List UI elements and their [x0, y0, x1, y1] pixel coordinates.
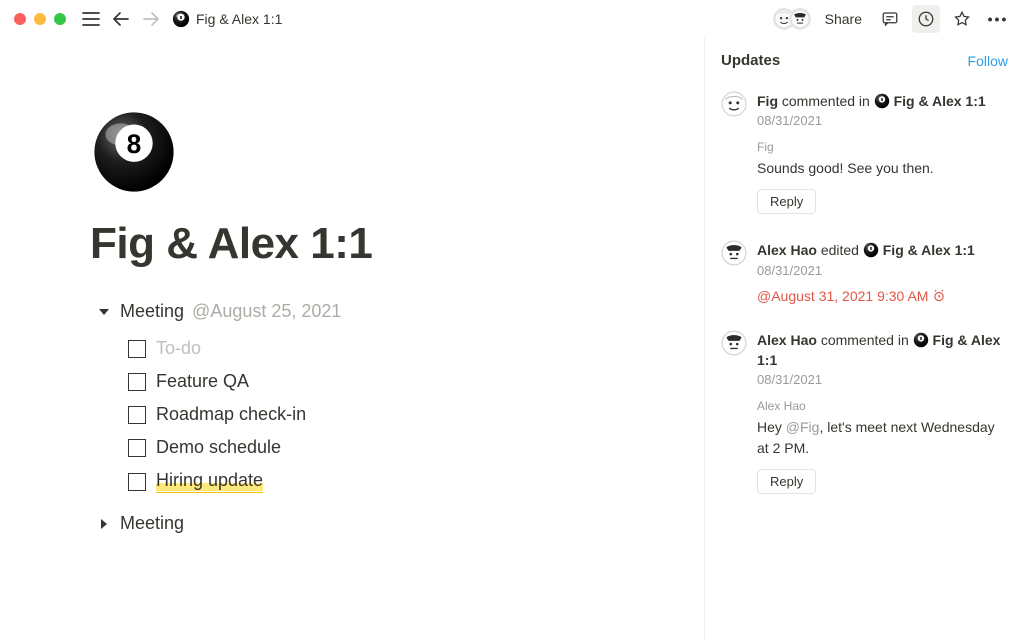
updates-title: Updates — [721, 52, 780, 69]
todo-text: To-do — [156, 338, 201, 359]
update-date: 08/31/2021 — [757, 263, 1008, 278]
eight-ball-icon: 8 — [913, 332, 929, 348]
caret-down-icon — [96, 306, 112, 318]
comments-icon[interactable] — [876, 5, 904, 33]
caret-right-icon — [96, 518, 112, 530]
checkbox[interactable] — [128, 406, 146, 424]
todo-text: Hiring update — [156, 470, 263, 493]
content-split: 8 Fig & Alex 1:1 Meeting @August 25, 202… — [0, 38, 1024, 640]
todo-item[interactable]: To-do — [128, 332, 664, 365]
update-body: Alex Hao Hey @Fig, let's meet next Wedne… — [757, 397, 1008, 459]
more-icon[interactable]: ••• — [984, 5, 1012, 33]
page-icon[interactable]: 8 — [90, 108, 664, 201]
window-controls — [14, 13, 66, 25]
follow-button[interactable]: Follow — [968, 53, 1008, 69]
updates-panel: Updates Follow Fig commented in 8 Fig & … — [704, 38, 1024, 640]
main-content: 8 Fig & Alex 1:1 Meeting @August 25, 202… — [0, 38, 704, 640]
update-item: Alex Hao commented in 8 Fig & Alex 1:1 0… — [705, 318, 1024, 509]
update-actor: Fig — [757, 93, 778, 109]
todo-item[interactable]: Feature QA — [128, 365, 664, 398]
avatar-fig — [721, 91, 747, 117]
updates-icon[interactable] — [912, 5, 940, 33]
todo-text: Feature QA — [156, 371, 249, 392]
toggle-label: Meeting — [120, 513, 184, 534]
update-date: 08/31/2021 — [757, 113, 1008, 128]
update-date: 08/31/2021 — [757, 372, 1008, 387]
avatar-alex — [721, 330, 747, 356]
avatar-alex — [721, 240, 747, 266]
comment-author: Alex Hao — [757, 397, 1008, 415]
comment-prefix: Hey — [757, 419, 786, 435]
updates-list: Fig commented in 8 Fig & Alex 1:1 08/31/… — [705, 79, 1024, 508]
update-headline: Alex Hao commented in 8 Fig & Alex 1:1 — [757, 330, 1008, 371]
todo-text: Demo schedule — [156, 437, 281, 458]
toggle-meeting-2[interactable]: Meeting — [96, 509, 664, 538]
update-item: Fig commented in 8 Fig & Alex 1:1 08/31/… — [705, 79, 1024, 228]
todo-item[interactable]: Roadmap check-in — [128, 398, 664, 431]
update-page-ref[interactable]: Fig & Alex 1:1 — [894, 93, 986, 109]
menu-icon[interactable] — [80, 8, 102, 30]
avatar-alex — [789, 8, 811, 30]
maximize-window-button[interactable] — [54, 13, 66, 25]
eight-ball-icon: 8 — [863, 242, 879, 258]
close-window-button[interactable] — [14, 13, 26, 25]
toggle-meeting-1[interactable]: Meeting @August 25, 2021 — [96, 297, 664, 326]
svg-text:8: 8 — [127, 129, 142, 159]
update-actor: Alex Hao — [757, 332, 817, 348]
update-actor: Alex Hao — [757, 242, 817, 258]
todo-list: To-do Feature QA Roadmap check-in Demo s… — [128, 332, 664, 499]
mention[interactable]: @Fig — [786, 419, 820, 435]
presence-avatars[interactable] — [773, 8, 811, 30]
share-button[interactable]: Share — [819, 9, 868, 29]
forward-button[interactable] — [140, 8, 162, 30]
update-action: edited — [821, 242, 859, 258]
checkbox[interactable] — [128, 373, 146, 391]
minimize-window-button[interactable] — [34, 13, 46, 25]
favorite-icon[interactable] — [948, 5, 976, 33]
breadcrumb[interactable]: 8 Fig & Alex 1:1 — [172, 10, 282, 28]
back-button[interactable] — [110, 8, 132, 30]
update-headline: Fig commented in 8 Fig & Alex 1:1 — [757, 91, 1008, 111]
eight-ball-icon: 8 — [90, 108, 178, 196]
page-blocks: Meeting @August 25, 2021 To-do Feature Q… — [96, 297, 664, 538]
reply-button[interactable]: Reply — [757, 189, 816, 214]
page-title[interactable]: Fig & Alex 1:1 — [90, 219, 664, 269]
update-body: Fig Sounds good! See you then. — [757, 138, 1008, 179]
updates-header: Updates Follow — [705, 38, 1024, 79]
breadcrumb-title: Fig & Alex 1:1 — [196, 11, 282, 27]
update-item: Alex Hao edited 8 Fig & Alex 1:1 08/31/2… — [705, 228, 1024, 317]
eight-ball-icon: 8 — [172, 10, 190, 28]
update-page-ref[interactable]: Fig & Alex 1:1 — [883, 242, 975, 258]
checkbox[interactable] — [128, 473, 146, 491]
reminder-mention[interactable]: @August 31, 2021 9:30 AM — [757, 288, 1008, 304]
comment-author: Fig — [757, 138, 1008, 156]
comment-text: Sounds good! See you then. — [757, 158, 1008, 179]
eight-ball-icon: 8 — [874, 93, 890, 109]
comment-text: Hey @Fig, let's meet next Wednesday at 2… — [757, 417, 1008, 459]
todo-item[interactable]: Hiring update — [128, 464, 664, 499]
update-headline: Alex Hao edited 8 Fig & Alex 1:1 — [757, 240, 1008, 260]
reminder-text: @August 31, 2021 9:30 AM — [757, 288, 928, 304]
update-action: commented in — [821, 332, 909, 348]
clock-alert-icon — [932, 289, 946, 303]
topbar-actions: Share ••• — [773, 5, 1012, 33]
checkbox[interactable] — [128, 439, 146, 457]
svg-text:8: 8 — [180, 15, 183, 21]
update-action: commented in — [782, 93, 870, 109]
todo-item[interactable]: Demo schedule — [128, 431, 664, 464]
checkbox[interactable] — [128, 340, 146, 358]
reply-button[interactable]: Reply — [757, 469, 816, 494]
date-mention[interactable]: @August 25, 2021 — [192, 301, 341, 322]
topbar: 8 Fig & Alex 1:1 Share ••• — [0, 0, 1024, 38]
toggle-label: Meeting — [120, 301, 184, 322]
todo-text: Roadmap check-in — [156, 404, 306, 425]
